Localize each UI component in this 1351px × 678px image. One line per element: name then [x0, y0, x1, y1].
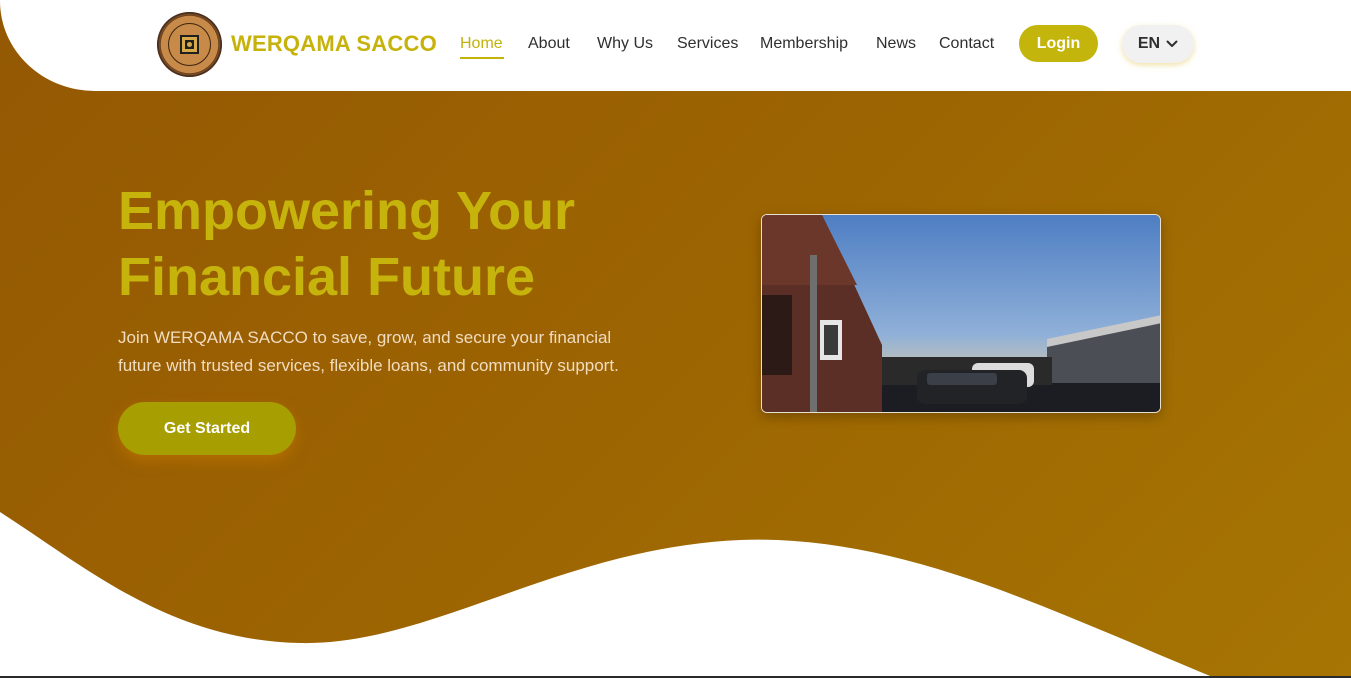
get-started-button[interactable]: Get Started	[118, 402, 296, 455]
sacco-seal-logo[interactable]	[157, 12, 222, 77]
brand-name[interactable]: WERQAMA SACCO	[231, 31, 437, 57]
chevron-down-icon	[1166, 40, 1178, 47]
nav-services[interactable]: Services	[677, 35, 738, 55]
hero-title: Empowering Your Financial Future	[118, 178, 678, 310]
hero-title-line-1: Empowering Your	[118, 181, 576, 241]
nav-home[interactable]: Home	[460, 35, 503, 55]
nav-why-us[interactable]: Why Us	[597, 35, 653, 55]
nav-membership[interactable]: Membership	[760, 35, 848, 55]
hero-photo	[761, 214, 1161, 413]
hero-wave-divider	[0, 512, 1215, 678]
hero-title-line-2: Financial Future	[118, 247, 536, 307]
language-selector[interactable]: EN	[1122, 25, 1194, 63]
nav-about[interactable]: About	[528, 35, 570, 55]
language-label: EN	[1137, 35, 1161, 52]
nav-contact[interactable]: Contact	[939, 35, 994, 55]
hero-subtitle: Join WERQAMA SACCO to save, grow, and se…	[118, 328, 619, 375]
nav-news[interactable]: News	[876, 35, 916, 55]
login-button[interactable]: Login	[1019, 25, 1098, 62]
nav-active-underline	[460, 57, 504, 59]
